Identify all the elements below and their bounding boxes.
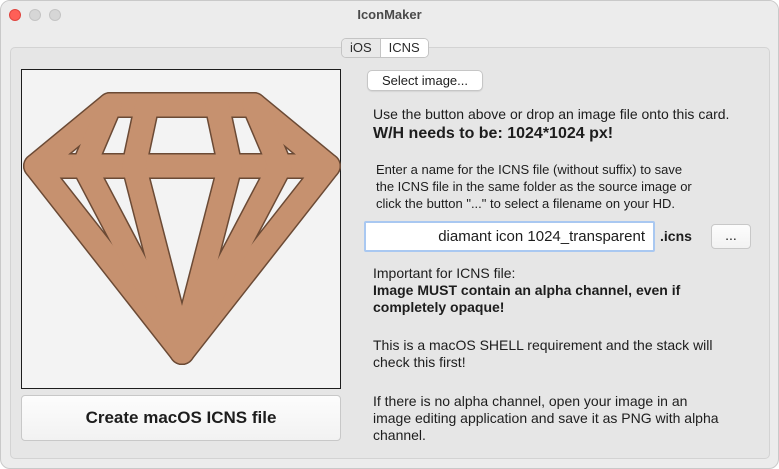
window-title: IconMaker [357, 7, 422, 22]
drop-hint-text: Use the button above or drop an image fi… [373, 106, 730, 122]
image-preview[interactable] [21, 69, 341, 389]
shell-requirement-line-1: This is a macOS SHELL requirement and th… [373, 337, 713, 353]
icns-suffix-label: .icns [660, 228, 692, 244]
browse-filename-button[interactable]: ... [711, 224, 751, 249]
name-instructions-line-2: the ICNS file in the same folder as the … [376, 179, 692, 194]
tab-ios[interactable]: iOS [342, 39, 381, 57]
alpha-fix-line-1: If there is no alpha channel, open your … [373, 393, 688, 409]
important-heading: Important for ICNS file: [373, 265, 516, 281]
tab-icns[interactable]: ICNS [380, 39, 428, 57]
name-instructions-line-3: click the button "..." to select a filen… [376, 196, 675, 211]
icns-filename-input[interactable] [364, 221, 655, 252]
alpha-warning-line-1: Image MUST contain an alpha channel, eve… [373, 282, 681, 298]
name-instructions-line-1: Enter a name for the ICNS file (without … [376, 162, 683, 177]
app-window: IconMaker iOS ICNS Create macOS ICNS fil… [0, 0, 779, 469]
platform-tabs: iOS ICNS [341, 38, 429, 58]
alpha-fix-line-2: image editing application and save it as… [373, 410, 719, 426]
select-image-button[interactable]: Select image... [367, 70, 483, 91]
title-bar[interactable]: IconMaker [1, 1, 778, 29]
diamond-icon [23, 92, 341, 365]
size-requirement-text: W/H needs to be: 1024*1024 px! [373, 125, 614, 142]
alpha-warning-line-2: completely opaque! [373, 299, 505, 315]
alpha-fix-line-3: channel. [373, 427, 426, 443]
shell-requirement-line-2: check this first! [373, 354, 466, 370]
create-icns-button[interactable]: Create macOS ICNS file [21, 395, 341, 441]
